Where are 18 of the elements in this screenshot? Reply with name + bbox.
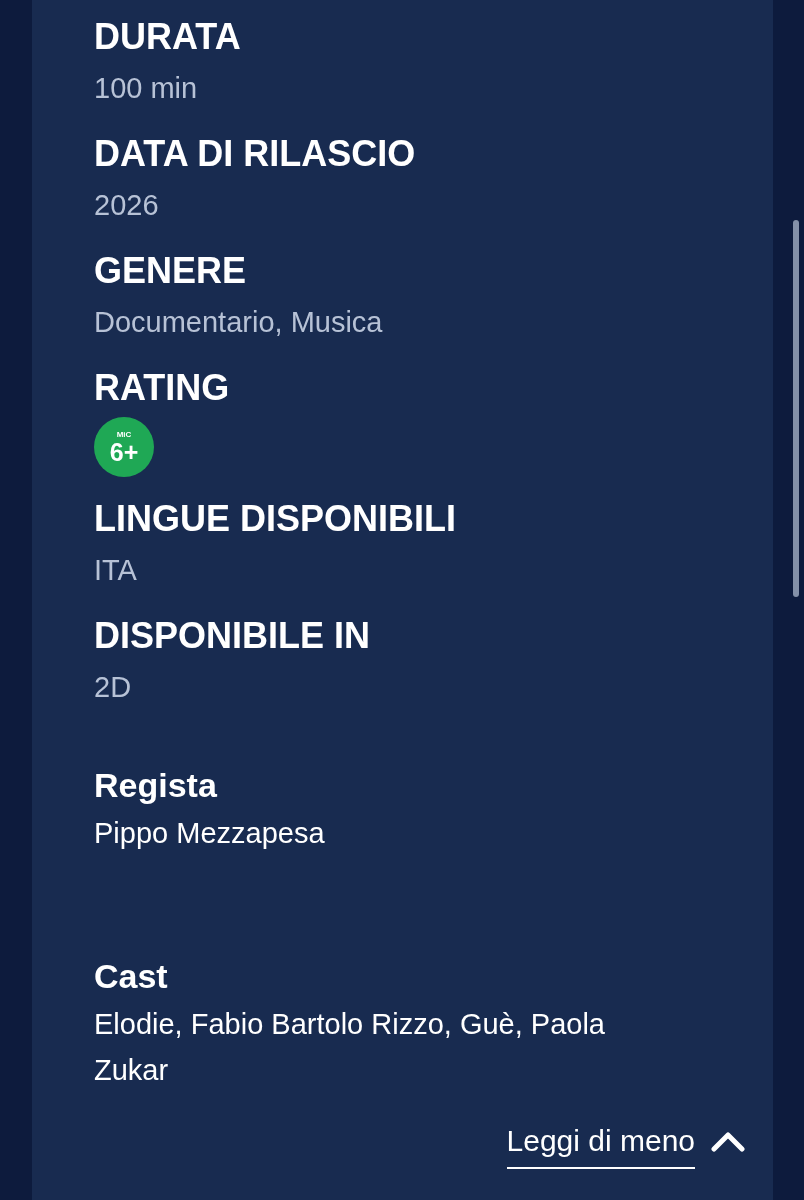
rating-age: 6+ [109,438,139,465]
detail-heading: DATA DI RILASCIO [94,132,417,176]
credit-value: Elodie, Fabio Bartolo Rizzo, Guè, Paola Zukar [94,1007,606,1088]
credit-heading: Cast [94,956,169,997]
rating-caption: MiC [116,429,132,439]
read-less-button[interactable]: Leggi di meno [506,1121,745,1169]
detail-heading: GENERE [94,249,248,293]
credit-heading: Regista [94,765,218,806]
detail-heading: DURATA [94,15,242,59]
detail-value: 100 min [94,71,199,106]
detail-value: 2D [94,670,133,705]
detail-value: 2026 [94,188,160,223]
detail-heading: LINGUE DISPONIBILI [94,497,458,541]
detail-heading: DISPONIBILE IN [94,614,372,658]
credit-value: Pippo Mezzapesa [94,816,326,851]
detail-heading: RATING [94,366,231,410]
detail-value: ITA [94,553,138,588]
detail-value: Documentario, Musica [94,305,384,340]
